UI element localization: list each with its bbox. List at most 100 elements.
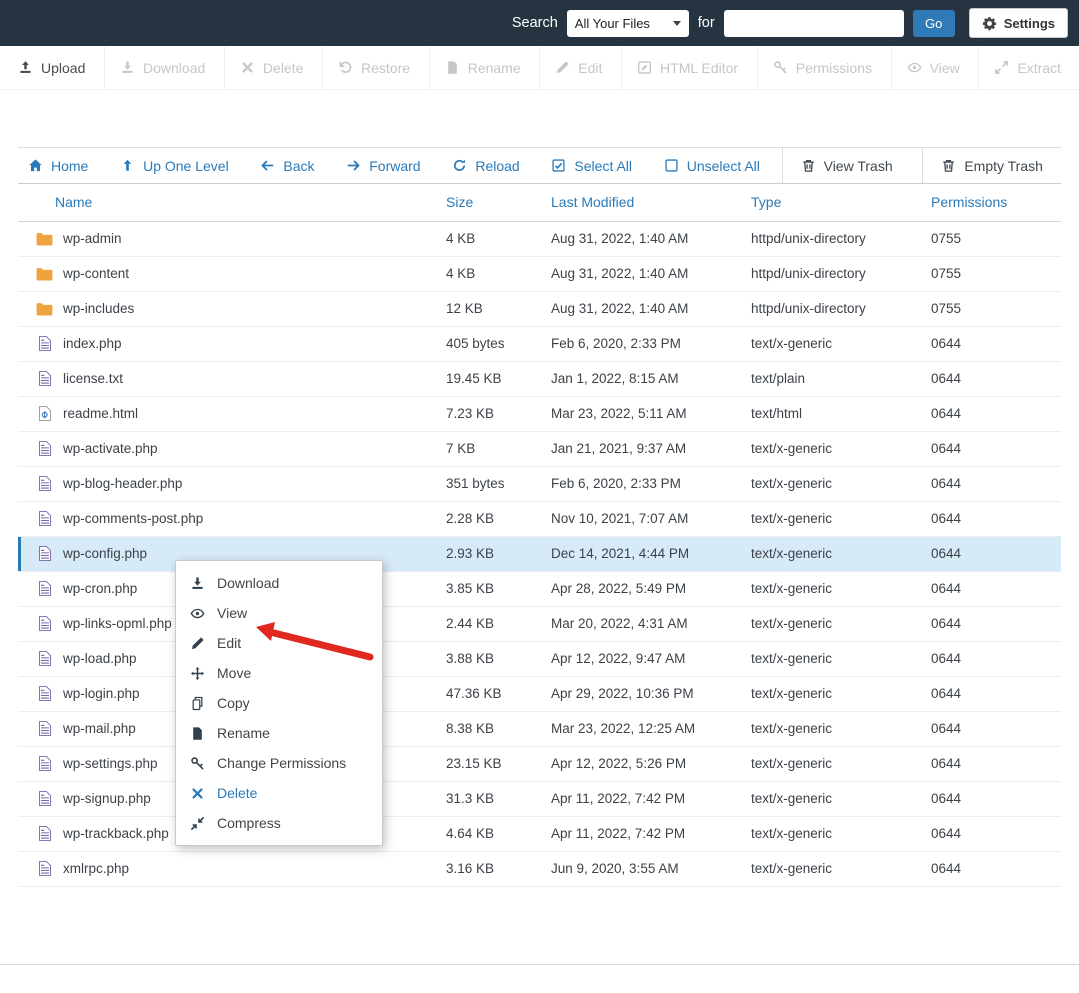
column-header-size[interactable]: Size (440, 184, 545, 221)
file-name: index.php (63, 336, 122, 351)
file-row-wp-comments-post-php[interactable]: wp-comments-post.php 2.28 KB Nov 10, 202… (18, 501, 1061, 536)
file-row-wp-activate-php[interactable]: wp-activate.php 7 KB Jan 21, 2021, 9:37 … (18, 431, 1061, 466)
toolbar-item-rename[interactable]: Rename (429, 46, 536, 89)
search-scope-select[interactable]: All Your Files (567, 10, 689, 37)
file-size: 8.38 KB (440, 711, 545, 746)
file-modified: Jun 9, 2020, 3:55 AM (545, 851, 745, 886)
file-icon (36, 686, 53, 701)
go-button[interactable]: Go (913, 10, 955, 37)
column-header-name[interactable]: Name (18, 184, 440, 221)
nav-item-reload[interactable]: Reload (442, 148, 529, 183)
x-icon (189, 786, 206, 801)
context-menu-item-delete[interactable]: Delete (176, 778, 382, 808)
context-menu-item-compress[interactable]: Compress (176, 808, 382, 838)
file-size: 47.36 KB (440, 676, 545, 711)
html-editor-icon (637, 60, 652, 75)
toolbar-item-label: HTML Editor (660, 60, 738, 76)
file-permissions: 0644 (925, 746, 1061, 781)
nav-item-label: Back (283, 158, 314, 174)
nav-item-label: Empty Trash (964, 158, 1043, 174)
file-type: text/x-generic (745, 536, 925, 571)
file-permissions: 0644 (925, 711, 1061, 746)
toolbar-item-permissions[interactable]: Permissions (757, 46, 887, 89)
nav-item-forward[interactable]: Forward (336, 148, 430, 183)
toolbar-item-download[interactable]: Download (104, 46, 220, 89)
nav-item-empty-trash[interactable]: Empty Trash (922, 148, 1061, 183)
file-permissions: 0644 (925, 431, 1061, 466)
context-menu-item-view[interactable]: View (176, 598, 382, 628)
file-row-index-php[interactable]: index.php 405 bytes Feb 6, 2020, 2:33 PM… (18, 326, 1061, 361)
file-permissions: 0644 (925, 501, 1061, 536)
toolbar-item-delete[interactable]: Delete (224, 46, 318, 89)
folder-icon (36, 302, 53, 316)
file-icon (36, 371, 53, 386)
file-type: text/x-generic (745, 781, 925, 816)
context-menu-item-copy[interactable]: Copy (176, 688, 382, 718)
file-permissions: 0644 (925, 781, 1061, 816)
file-name: wp-trackback.php (63, 826, 169, 841)
toolbar-item-label: Restore (361, 60, 410, 76)
context-menu-item-edit[interactable]: Edit (176, 628, 382, 658)
file-icon (36, 861, 53, 876)
file-type: text/x-generic (745, 326, 925, 361)
nav-item-unselect-all[interactable]: Unselect All (654, 148, 770, 183)
file-name: wp-admin (63, 231, 122, 246)
nav-item-back[interactable]: Back (250, 148, 324, 183)
nav-item-up-one-level[interactable]: Up One Level (110, 148, 239, 183)
file-modified: Apr 11, 2022, 7:42 PM (545, 816, 745, 851)
settings-button[interactable]: Settings (969, 8, 1068, 38)
file-size: 2.44 KB (440, 606, 545, 641)
file-modified: Apr 12, 2022, 5:26 PM (545, 746, 745, 781)
search-input[interactable] (724, 10, 904, 37)
column-header-type[interactable]: Type (745, 184, 925, 221)
file-name: wp-mail.php (63, 721, 136, 736)
context-menu-item-rename[interactable]: Rename (176, 718, 382, 748)
toolbar-item-extract[interactable]: Extract (978, 46, 1076, 89)
chevron-down-icon (673, 21, 681, 26)
file-size: 405 bytes (440, 326, 545, 361)
file-size: 12 KB (440, 291, 545, 326)
file-permissions: 0644 (925, 396, 1061, 431)
nav-item-select-all[interactable]: Select All (541, 148, 642, 183)
nav-item-label: Up One Level (143, 158, 229, 174)
file-name-cell: wp-content (18, 256, 440, 291)
file-action-toolbar: Upload Download Delete Restore Rename (0, 46, 1079, 90)
file-row-wp-blog-header-php[interactable]: wp-blog-header.php 351 bytes Feb 6, 2020… (18, 466, 1061, 501)
pencil-icon (555, 60, 570, 75)
toolbar-item-html-editor[interactable]: HTML Editor (621, 46, 753, 89)
file-size: 3.16 KB (440, 851, 545, 886)
file-row-wp-content[interactable]: wp-content 4 KB Aug 31, 2022, 1:40 AM ht… (18, 256, 1061, 291)
context-menu-item-change-permissions[interactable]: Change Permissions (176, 748, 382, 778)
file-modified: Apr 28, 2022, 5:49 PM (545, 571, 745, 606)
file-name-cell: index.php (18, 326, 440, 361)
toolbar-item-restore[interactable]: Restore (322, 46, 425, 89)
context-menu-item-download[interactable]: Download (176, 568, 382, 598)
nav-item-label: Forward (369, 158, 420, 174)
trash-icon (801, 158, 816, 173)
rename-icon (189, 726, 206, 741)
file-size: 7 KB (440, 431, 545, 466)
column-header-permissions[interactable]: Permissions (925, 184, 1061, 221)
for-label: for (698, 15, 715, 31)
toolbar-item-upload[interactable]: Upload (3, 46, 100, 89)
nav-item-view-trash[interactable]: View Trash (782, 148, 911, 183)
restore-icon (338, 60, 353, 75)
bottom-divider (0, 964, 1079, 965)
file-row-readme-html[interactable]: readme.html 7.23 KB Mar 23, 2022, 5:11 A… (18, 396, 1061, 431)
file-row-wp-admin[interactable]: wp-admin 4 KB Aug 31, 2022, 1:40 AM http… (18, 221, 1061, 256)
file-row-xmlrpc-php[interactable]: xmlrpc.php 3.16 KB Jun 9, 2020, 3:55 AM … (18, 851, 1061, 886)
nav-item-home[interactable]: Home (18, 148, 98, 183)
gear-icon (982, 16, 997, 31)
toolbar-item-view[interactable]: View (891, 46, 975, 89)
folder-icon (36, 232, 53, 246)
file-size: 23.15 KB (440, 746, 545, 781)
column-header-last-modified[interactable]: Last Modified (545, 184, 745, 221)
context-menu-item-move[interactable]: Move (176, 658, 382, 688)
file-permissions: 0644 (925, 816, 1061, 851)
file-row-wp-includes[interactable]: wp-includes 12 KB Aug 31, 2022, 1:40 AM … (18, 291, 1061, 326)
file-name-cell: wp-blog-header.php (18, 466, 440, 501)
file-size: 4 KB (440, 256, 545, 291)
file-row-license-txt[interactable]: license.txt 19.45 KB Jan 1, 2022, 8:15 A… (18, 361, 1061, 396)
file-name: wp-config.php (63, 546, 147, 561)
toolbar-item-edit[interactable]: Edit (539, 46, 617, 89)
